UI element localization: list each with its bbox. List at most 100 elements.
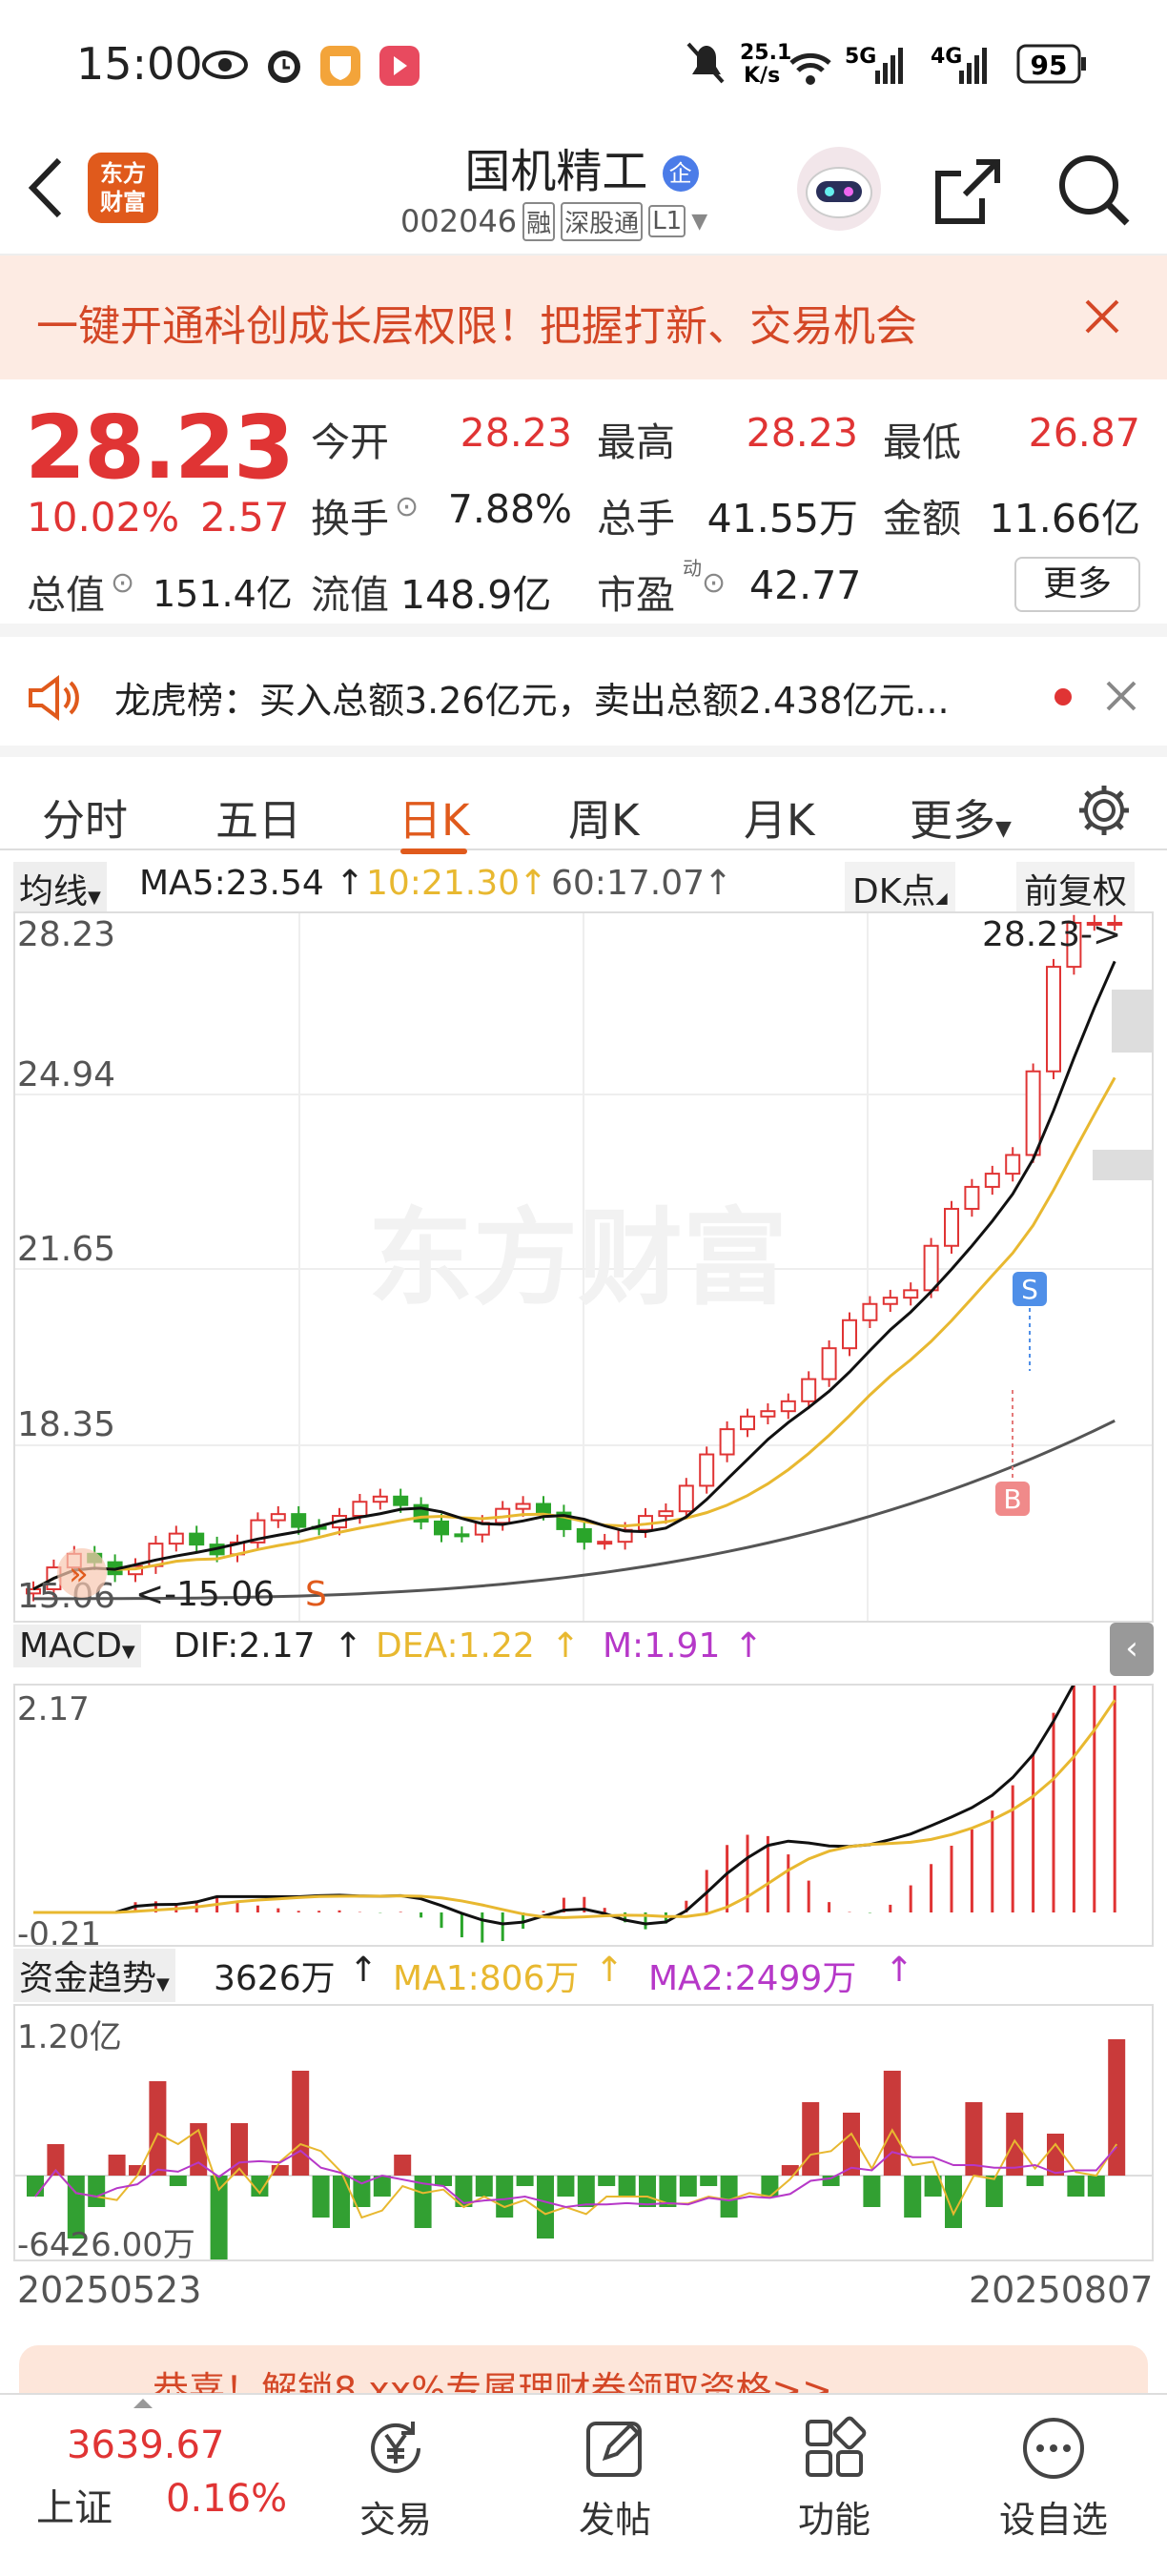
y-label-2: 24.94 xyxy=(17,1055,115,1094)
pe-label: 市盈 xyxy=(597,572,675,618)
robot-assistant-icon[interactable] xyxy=(791,141,887,236)
chevron-down-icon: ▼ xyxy=(121,1642,135,1662)
ma-indicator-row: 均线▼ MA5:23.54 ↑ 10:21.30 ↑ 60:17.07 ↑ DK… xyxy=(13,862,1154,915)
fund-flow-chart[interactable]: 1.20亿 -6426.00万 xyxy=(13,2004,1154,2261)
fund-bar xyxy=(1067,2176,1085,2197)
mute-icon xyxy=(686,42,725,84)
fund-bar xyxy=(1087,2176,1105,2197)
tab-daily-k[interactable]: 日K xyxy=(399,786,470,848)
nav-post[interactable]: 发帖 xyxy=(543,2414,686,2543)
fund-value: 3626万 xyxy=(214,1959,336,1998)
up-arrow-icon: ↑ xyxy=(885,1951,914,1990)
bottom-nav: 3639.67 上证 0.16% 交易 发帖 功能 设自选 xyxy=(0,2393,1167,2574)
close-icon[interactable] xyxy=(1083,297,1121,336)
caret-up-icon xyxy=(133,2399,153,2408)
active-tab-indicator xyxy=(400,848,467,854)
candle xyxy=(576,1527,592,1544)
ma10-value: 10:21.30 xyxy=(366,864,520,903)
fund-bar xyxy=(781,2165,799,2176)
tab-monthly-k[interactable]: 月K xyxy=(744,786,815,848)
up-arrow-icon: ↑ xyxy=(551,1626,581,1666)
index-value: 3639.67 xyxy=(67,2423,225,2467)
fund-bar xyxy=(312,2176,330,2218)
fund-ma1-value: MA1:806万 xyxy=(393,1959,580,1998)
close-icon[interactable] xyxy=(1104,679,1138,713)
dragon-tiger-notice[interactable]: 龙虎榜：买入总额3.26亿元，卖出总额2.438亿元... xyxy=(0,650,1167,746)
macd-chart[interactable]: 2.17 -0.21 xyxy=(13,1684,1154,1947)
back-arrow-icon[interactable] xyxy=(23,154,69,221)
search-icon[interactable] xyxy=(1054,151,1135,231)
stock-title[interactable]: 国机精工 企 xyxy=(400,133,763,198)
fund-bar xyxy=(516,2176,534,2186)
macd-selector[interactable]: MACD▼ xyxy=(13,1625,141,1667)
pe-superscript: 动 xyxy=(683,557,702,580)
info-icon[interactable]: ⊙ xyxy=(702,566,726,600)
stock-code-row[interactable]: 002046 融 深股通 L1 ▼ xyxy=(400,200,772,242)
up-arrow-icon: ↑ xyxy=(519,864,548,903)
fund-bar xyxy=(149,2081,167,2176)
high-label: 最高 xyxy=(597,419,675,465)
pe-value: 42.77 xyxy=(749,562,862,608)
battery-level: 95 xyxy=(1031,50,1068,81)
market-cap-label: 总值 xyxy=(27,572,105,618)
up-arrow-icon: ↑ xyxy=(349,1951,379,1990)
fund-selector[interactable]: 资金趋势▼ xyxy=(13,1949,175,2002)
promo-banner[interactable]: 一键开通科创成长层权限！把握打新、交易机会 xyxy=(0,256,1167,379)
more-button[interactable]: 更多 xyxy=(1014,557,1140,612)
ma10-line xyxy=(32,1076,1116,1591)
buy-signal-label: B xyxy=(1003,1483,1021,1515)
nav-functions[interactable]: 功能 xyxy=(763,2414,906,2543)
index-ticker[interactable]: 3639.67 上证 0.16% xyxy=(0,2395,287,2576)
expand-left-icon: » xyxy=(57,1548,107,1598)
status-time: 15:00 xyxy=(76,38,203,90)
y-label-3: 21.65 xyxy=(17,1230,115,1269)
fund-bar xyxy=(679,2176,697,2197)
fund-bar xyxy=(618,2176,636,2197)
nav-trade[interactable]: 交易 xyxy=(324,2414,467,2543)
fund-bar xyxy=(557,2176,575,2197)
ma-selector[interactable]: 均线▼ xyxy=(13,862,107,915)
candle xyxy=(760,1410,776,1418)
candle xyxy=(168,1532,184,1545)
status-bar: 15:00 25.1 K/s 5G 4G 95 xyxy=(0,0,1167,124)
chevron-left-icon[interactable]: ‹ xyxy=(1110,1623,1154,1676)
dif-value: DIF:2.17 xyxy=(174,1626,316,1666)
dk-point-button[interactable]: DK点◢ xyxy=(845,862,955,915)
signal-icon-1 xyxy=(875,48,903,84)
up-arrow-icon: ↑ xyxy=(595,1951,624,1990)
up-arrow-icon: ↑ xyxy=(734,1626,764,1666)
eye-icon xyxy=(202,51,248,79)
net-speed-bottom: K/s xyxy=(744,64,780,88)
info-icon[interactable]: ⊙ xyxy=(111,566,134,600)
share-icon[interactable] xyxy=(929,153,1005,229)
tab-intraday[interactable]: 分时 xyxy=(42,786,128,848)
tab-weekly-k[interactable]: 周K xyxy=(568,786,640,848)
candle xyxy=(291,1513,307,1528)
candle xyxy=(372,1495,388,1503)
wifi-icon xyxy=(789,52,831,85)
fund-bar xyxy=(700,2176,718,2186)
kline-chart[interactable]: 东方财富 28.23 24.94 21.65 18.35 15.06 28.23… xyxy=(13,911,1154,1623)
tab-five-day[interactable]: 五日 xyxy=(215,786,301,848)
amount-value: 11.66亿 xyxy=(989,496,1140,542)
fund-bar xyxy=(537,2176,554,2239)
quote-panel: 28.23 10.02% 2.57 今开 28.23 最高 28.23 最低 2… xyxy=(0,379,1167,637)
logo-text-bottom: 财富 xyxy=(100,189,146,215)
logo-text-top: 东方 xyxy=(100,160,146,187)
unread-dot xyxy=(1054,688,1072,705)
tag-shenzhen-connect: 深股通 xyxy=(561,201,644,241)
fund-bar xyxy=(720,2176,738,2218)
turnover-label: 换手 xyxy=(311,496,389,542)
chevron-down-icon: ▼ xyxy=(691,209,708,234)
sell-signal-label: S xyxy=(1021,1274,1038,1305)
tab-more[interactable]: 更多▼ xyxy=(910,786,1012,848)
corner-icon: ◢ xyxy=(935,889,948,907)
info-icon[interactable]: ⊙ xyxy=(395,490,419,523)
gear-icon[interactable] xyxy=(1075,782,1133,839)
candle xyxy=(1025,1070,1041,1156)
nav-add-watchlist[interactable]: 设自选 xyxy=(982,2414,1125,2543)
fund-bottom-label: -6426.00万 xyxy=(17,2226,195,2261)
adjust-button[interactable]: 前复权 xyxy=(1016,862,1136,915)
up-arrow-icon: ↑ xyxy=(336,864,365,903)
app-logo[interactable]: 东方 财富 xyxy=(88,153,158,223)
